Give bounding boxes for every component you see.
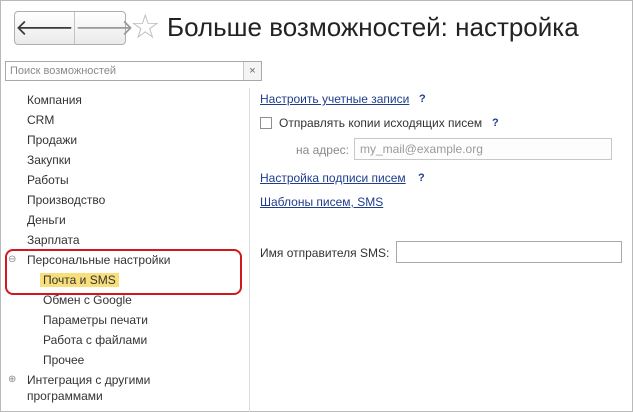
tree-item-crm[interactable]: CRM bbox=[27, 110, 54, 130]
tree-item-sales[interactable]: Продажи bbox=[27, 130, 77, 150]
tree-item-print-settings[interactable]: Параметры печати bbox=[43, 310, 148, 330]
favorite-star-icon[interactable]: ☆ bbox=[130, 10, 160, 44]
clear-search-button[interactable]: × bbox=[243, 62, 261, 80]
tree-item-works[interactable]: Работы bbox=[27, 170, 69, 190]
expand-icon[interactable]: ⊕ bbox=[8, 370, 16, 390]
tree-item-label: CRM bbox=[27, 113, 55, 127]
tree-item-company[interactable]: Компания bbox=[27, 90, 82, 110]
signature-settings-link[interactable]: Настройка подписи писем bbox=[260, 171, 406, 185]
tree-item-label: Компания bbox=[27, 93, 82, 107]
tree-item-purchases[interactable]: Закупки bbox=[27, 150, 71, 170]
tree-item-files[interactable]: Работа с файлами bbox=[43, 330, 147, 350]
tree-item-personal-settings[interactable]: Персональные настройки bbox=[27, 250, 170, 270]
tree-item-money[interactable]: Деньги bbox=[27, 210, 66, 230]
send-copies-checkbox[interactable] bbox=[260, 117, 272, 129]
tree-item-label: Параметры печати bbox=[43, 313, 148, 327]
tree-item-production[interactable]: Производство bbox=[27, 190, 105, 210]
arrow-left-icon: 🡐 bbox=[15, 15, 74, 40]
page-title: Больше возможностей: настройка bbox=[167, 12, 579, 42]
forward-button[interactable]: 🡒 bbox=[75, 12, 134, 44]
tree-item-label: Зарплата bbox=[27, 233, 80, 247]
send-copies-label: Отправлять копии исходящих писем bbox=[279, 116, 483, 130]
navigation-buttons: 🡐 🡒 bbox=[14, 11, 134, 45]
search-box: × bbox=[5, 61, 262, 81]
templates-link[interactable]: Шаблоны писем, SMS bbox=[260, 195, 383, 209]
address-label: на адрес: bbox=[296, 143, 349, 157]
tree-item-label: Работа с файлами bbox=[43, 333, 148, 347]
tree-item-label: Производство bbox=[27, 193, 106, 207]
address-field[interactable]: my_mail@example.org bbox=[354, 138, 612, 160]
help-icon[interactable]: ? bbox=[492, 117, 499, 129]
sms-sender-label: Имя отправителя SMS: bbox=[260, 246, 390, 260]
tree-item-google-exchange[interactable]: Обмен с Google bbox=[43, 290, 132, 310]
tree-item-other[interactable]: Прочее bbox=[43, 350, 84, 370]
help-icon[interactable]: ? bbox=[419, 93, 426, 105]
tree-item-label: Продажи bbox=[27, 133, 78, 147]
tree-item-mail-sms[interactable]: Почта и SMS bbox=[40, 270, 119, 290]
collapse-icon[interactable]: ⊖ bbox=[8, 250, 16, 270]
tree-item-label: Закупки bbox=[27, 153, 71, 167]
back-button[interactable]: 🡐 bbox=[15, 12, 75, 44]
tree-item-salary[interactable]: Зарплата bbox=[27, 230, 80, 250]
help-icon[interactable]: ? bbox=[418, 172, 425, 184]
tree-item-label: Деньги bbox=[27, 213, 66, 227]
tree-item-label-selected: Почта и SMS bbox=[40, 273, 119, 287]
tree-item-integration-continued[interactable]: программами bbox=[27, 386, 103, 406]
sms-sender-field[interactable] bbox=[396, 241, 622, 263]
tree-item-label: Интеграция с другими bbox=[27, 373, 151, 387]
close-icon: × bbox=[249, 65, 256, 77]
tree-item-label: Персональные настройки bbox=[27, 253, 171, 267]
pane-divider bbox=[249, 88, 250, 412]
tree-item-label: программами bbox=[27, 389, 103, 403]
configure-accounts-link[interactable]: Настроить учетные записи bbox=[260, 92, 409, 106]
tree-item-label: Обмен с Google bbox=[43, 293, 132, 307]
arrow-right-icon: 🡒 bbox=[75, 15, 134, 40]
tree-item-label: Прочее bbox=[43, 353, 85, 367]
search-input[interactable] bbox=[6, 62, 243, 80]
tree-item-label: Работы bbox=[27, 173, 69, 187]
